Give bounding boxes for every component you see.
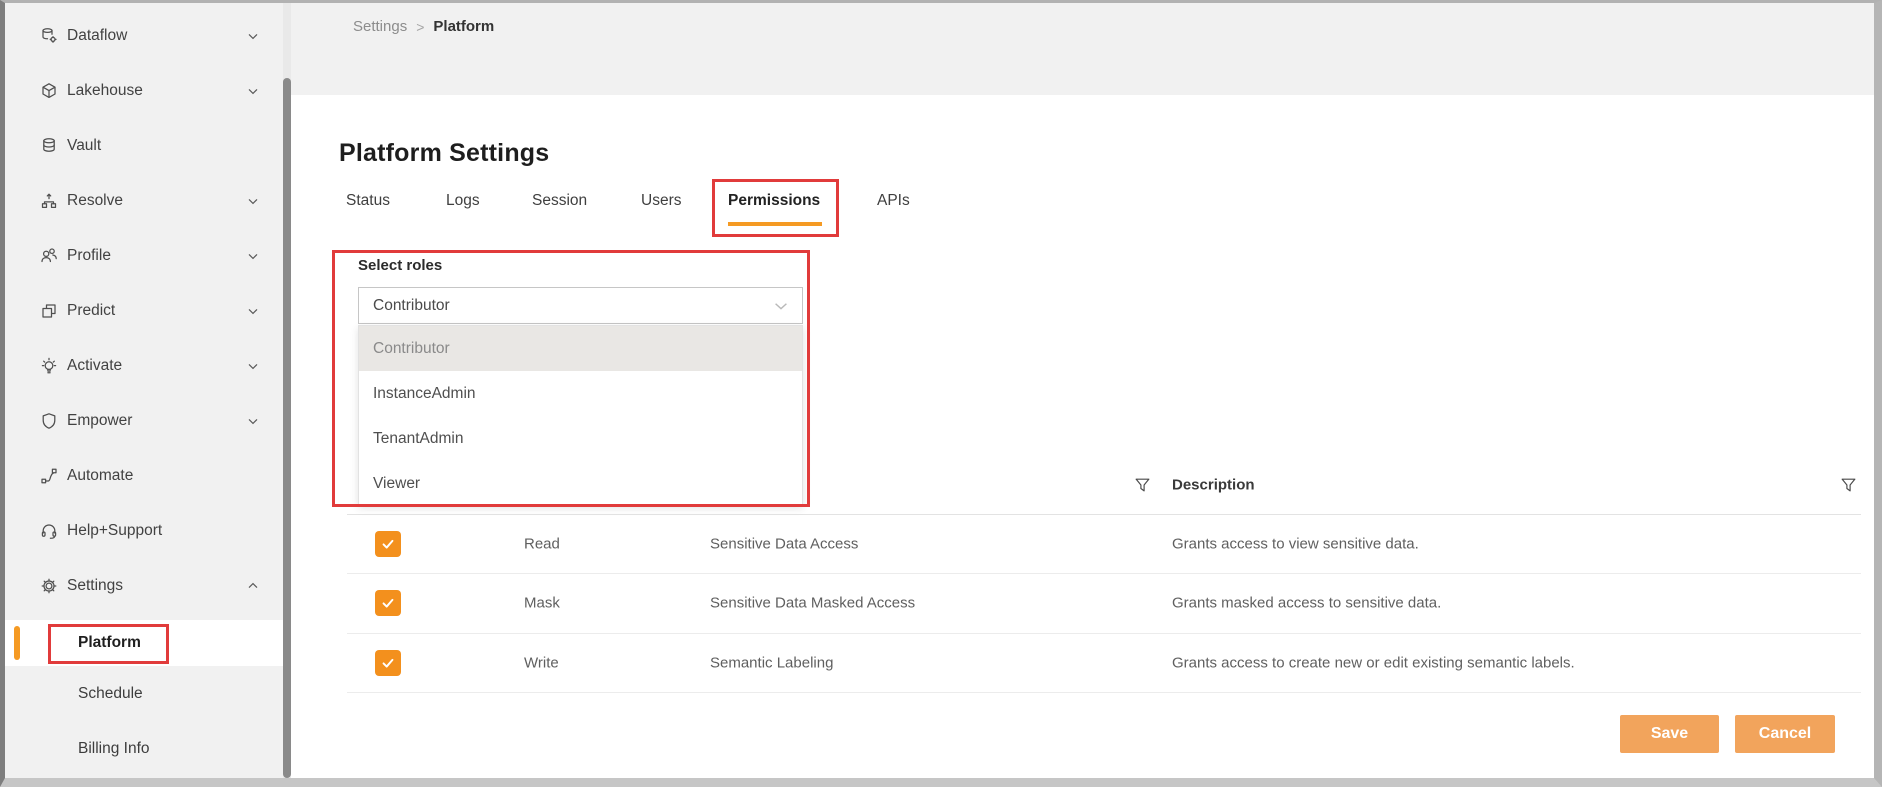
table-row: Read Sensitive Data Access Grants access… [347,515,1861,574]
sidebar-item-vault[interactable]: Vault [5,118,283,173]
activate-icon [38,356,60,376]
main-content: Settings > Platform Platform Settings St… [291,3,1874,778]
sidebar-subitem-label: Schedule [78,685,143,703]
sidebar-item-predict[interactable]: Predict [5,283,283,338]
sidebar-item-automate[interactable]: Automate [5,448,283,503]
sidebar-nav: Dataflow Lakehouse [5,8,283,613]
roles-select-value: Contributor [373,297,450,315]
select-roles-label: Select roles [358,257,442,274]
roles-option-instanceadmin[interactable]: InstanceAdmin [359,371,802,416]
row-checkbox-checked[interactable] [375,531,401,557]
sidebar-item-activate[interactable]: Activate [5,338,283,393]
page-title: Platform Settings [339,139,549,168]
roles-select[interactable]: Contributor [358,287,803,324]
sidebar-item-settings[interactable]: Settings [5,558,283,613]
roles-option-tenantadmin[interactable]: TenantAdmin [359,416,802,461]
save-button[interactable]: Save [1620,715,1719,753]
resolve-icon [38,191,60,211]
tab-users[interactable]: Users [641,190,681,212]
active-indicator [14,626,20,660]
scrollbar-thumb[interactable] [283,78,291,778]
sidebar-item-profile[interactable]: Profile [5,228,283,283]
sidebar-subitem-schedule[interactable]: Schedule [5,666,283,721]
active-tab-underline [728,222,822,226]
automate-icon [38,466,60,486]
chevron-down-icon [245,28,261,44]
app-window: Dataflow Lakehouse [0,0,1882,787]
chevron-down-icon [245,193,261,209]
description-header: Description [1172,476,1255,493]
lakehouse-icon [38,81,60,101]
sidebar-item-label: Dataflow [67,27,127,45]
row-checkbox-checked[interactable] [375,590,401,616]
sidebar-item-resolve[interactable]: Resolve [5,173,283,228]
permission-name-cell: Sensitive Data Masked Access [710,595,915,612]
sidebar-item-label: Profile [67,247,111,265]
tab-apis[interactable]: APIs [877,190,910,212]
sidebar-item-dataflow[interactable]: Dataflow [5,8,283,63]
sidebar-item-label: Resolve [67,192,123,210]
breadcrumb-settings[interactable]: Settings [353,18,407,35]
permission-cell: Read [524,536,560,553]
roles-option-contributor[interactable]: Contributor [359,326,802,371]
description-cell: Grants access to create new or edit exis… [1172,654,1575,671]
sidebar-item-label: Automate [67,467,133,485]
profile-icon [38,246,60,266]
permission-name-cell: Sensitive Data Access [710,536,858,553]
breadcrumb-separator-icon: > [416,19,424,35]
sidebar-subitem-label: Platform [78,634,141,652]
breadcrumb: Settings > Platform [353,18,494,35]
chevron-down-icon [245,413,261,429]
chevron-down-icon [245,83,261,99]
sidebar-item-label: Empower [67,412,132,430]
chevron-up-icon [245,578,261,594]
chevron-down-icon [772,297,790,315]
gear-icon [38,576,60,596]
sidebar-item-label: Activate [67,357,122,375]
sidebar-scrollbar[interactable] [283,3,291,778]
sidebar-item-lakehouse[interactable]: Lakehouse [5,63,283,118]
empower-icon [38,411,60,431]
sidebar-item-label: Help+Support [67,522,162,540]
cancel-button[interactable]: Cancel [1735,715,1835,753]
roles-dropdown: Contributor InstanceAdmin TenantAdmin Vi… [358,325,803,505]
chevron-down-icon [245,303,261,319]
tab-permissions[interactable]: Permissions [728,190,820,212]
dataflow-icon [38,26,60,46]
tab-logs[interactable]: Logs [446,190,480,212]
filter-icon[interactable] [1134,476,1151,493]
permission-cell: Write [524,654,559,671]
row-checkbox-checked[interactable] [375,650,401,676]
table-row: Write Semantic Labeling Grants access to… [347,634,1861,693]
permissions-table: Read Sensitive Data Access Grants access… [347,515,1861,693]
sidebar-item-help-support[interactable]: Help+Support [5,503,283,558]
permission-cell: Mask [524,595,560,612]
sidebar-item-label: Lakehouse [67,82,143,100]
sidebar-subitem-billing-info[interactable]: Billing Info [5,721,283,776]
permission-name-cell: Semantic Labeling [710,654,833,671]
description-cell: Grants masked access to sensitive data. [1172,595,1441,612]
sidebar-item-label: Predict [67,302,115,320]
sidebar-item-label: Settings [67,577,123,595]
sidebar: Dataflow Lakehouse [5,3,283,778]
sidebar-subitem-label: Billing Info [78,740,150,758]
description-cell: Grants access to view sensitive data. [1172,536,1419,553]
sidebar-item-empower[interactable]: Empower [5,393,283,448]
table-row: Mask Sensitive Data Masked Access Grants… [347,574,1861,633]
sidebar-item-label: Vault [67,137,101,155]
filter-icon[interactable] [1840,476,1857,493]
vault-icon [38,136,60,156]
chevron-down-icon [245,248,261,264]
tab-status[interactable]: Status [346,190,390,212]
header-band: Settings > Platform [291,3,1874,95]
roles-option-viewer[interactable]: Viewer [359,461,802,506]
predict-icon [38,301,60,321]
chevron-down-icon [245,358,261,374]
tab-session[interactable]: Session [532,190,587,212]
breadcrumb-current: Platform [433,18,494,35]
sidebar-subitem-platform[interactable]: Platform [5,620,283,666]
headset-icon [38,521,60,541]
